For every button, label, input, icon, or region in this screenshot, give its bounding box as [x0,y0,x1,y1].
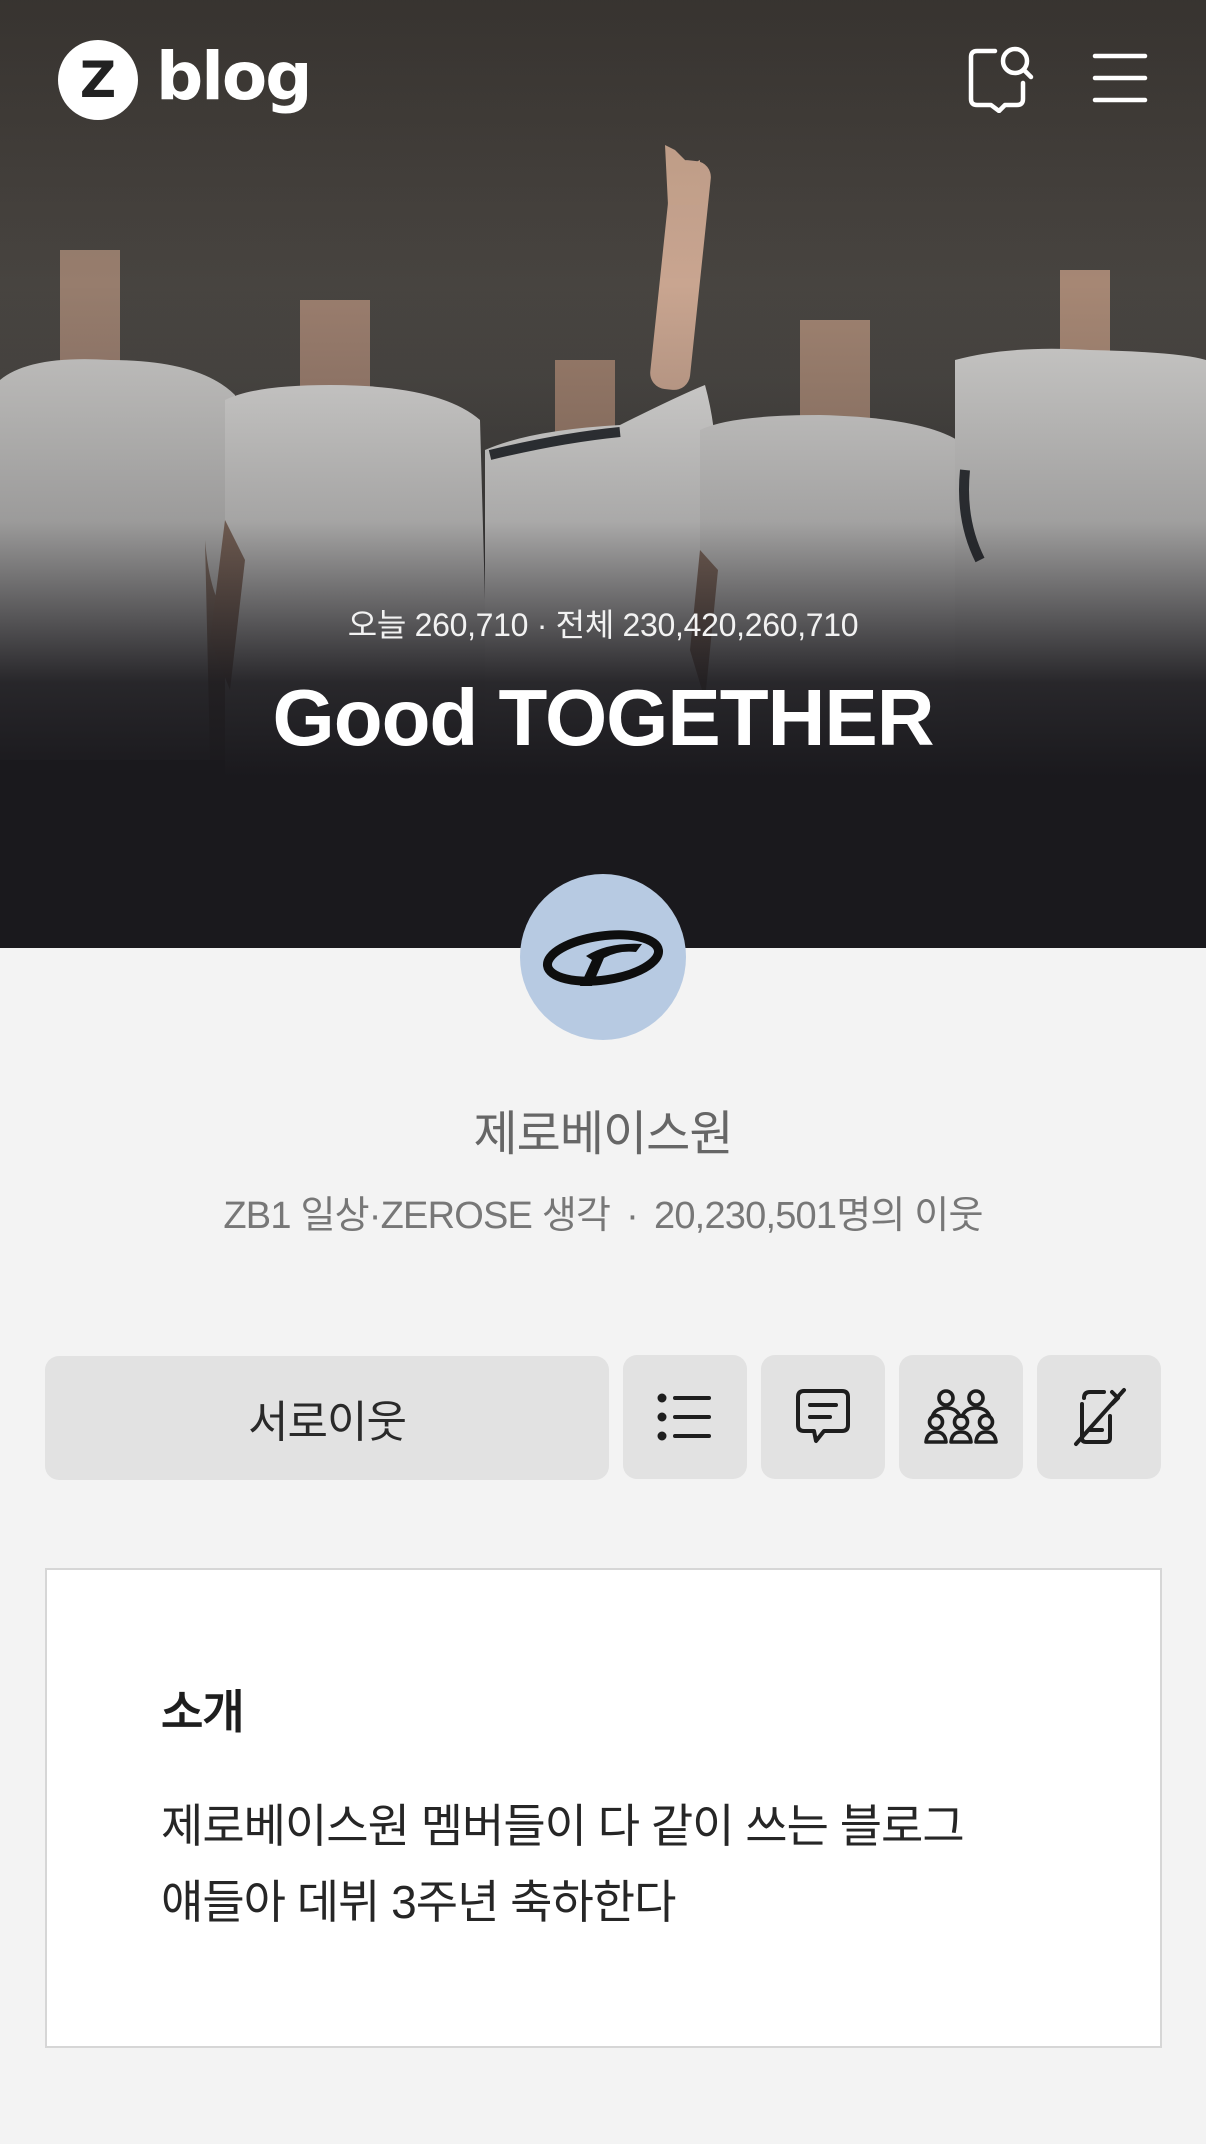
intro-card: 소개 제로베이스원 멤버들이 다 같이 쓰는 블로그 얘들아 데뷔 3주년 축하… [45,1568,1162,2048]
comment-icon [796,1389,850,1443]
mute-button[interactable] [1037,1355,1161,1479]
zb1-logo-icon [542,930,664,986]
meta-separator: · [626,1195,639,1237]
intro-body: 제로베이스원 멤버들이 다 같이 쓰는 블로그 얘들아 데뷔 3주년 축하한다 [161,1788,1081,1940]
blog-logo[interactable]: Z blog [58,38,312,122]
neighbors-button[interactable] [899,1355,1023,1479]
hamburger-menu-icon [1092,53,1148,103]
post-list-button[interactable] [623,1355,747,1479]
logo-text: blog [156,38,312,115]
blog-title: Good TOGETHER [272,673,934,762]
visitor-counter: 오늘 260,710 · 전체 230,420,260,710 [347,607,859,643]
menu-button[interactable] [1082,40,1158,116]
hero-banner: Z blog 오늘 260,710 · 전체 230,420,260,710 G… [0,0,1206,948]
intro-line: 얘들아 데뷔 3주년 축하한다 [161,1876,676,1928]
people-icon [924,1389,998,1444]
guestbook-button[interactable] [761,1355,885,1479]
mutual-neighbor-button[interactable]: 서로이웃 [45,1356,609,1480]
profile-meta: ZB1 일상·ZEROSE 생각 · 20,230,501명의 이웃 [0,1184,1206,1239]
mute-phone-icon [1074,1388,1126,1446]
list-icon [657,1393,711,1441]
top-bar: Z blog [0,0,1206,160]
profile-category: ZB1 일상·ZEROSE 생각 [223,1195,611,1237]
search-chat-icon [968,46,1034,113]
avatar[interactable] [520,874,686,1040]
intro-line: 제로베이스원 멤버들이 다 같이 쓰는 블로그 [161,1800,965,1852]
profile-name: 제로베이스원 [473,1108,734,1161]
intro-title: 소개 [161,1686,245,1738]
search-chat-button[interactable] [962,40,1038,116]
neighbor-count[interactable]: 20,230,501명의 이웃 [654,1195,983,1237]
logo-mark-icon: Z [58,40,138,120]
